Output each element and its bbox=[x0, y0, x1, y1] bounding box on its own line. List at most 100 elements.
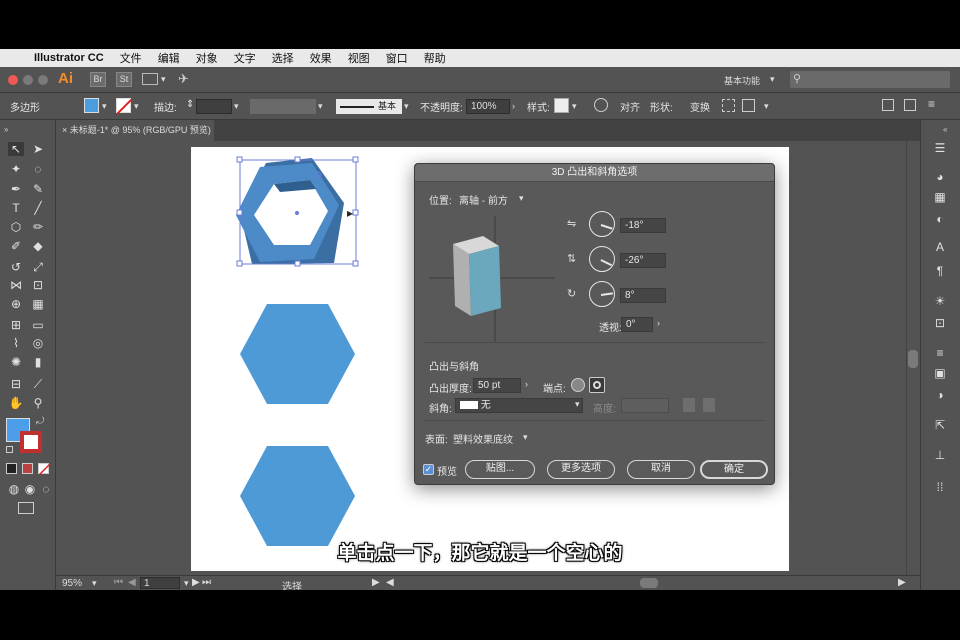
menu-file[interactable]: 文件 bbox=[120, 50, 142, 66]
menu-select[interactable]: 选择 bbox=[272, 50, 294, 66]
symbol-sprayer-tool-icon[interactable]: ✺ bbox=[8, 355, 24, 369]
gpu-performance-icon[interactable]: ✈ bbox=[178, 71, 189, 87]
none-mode-icon[interactable] bbox=[38, 463, 51, 476]
chevron-down-icon[interactable]: ▾ bbox=[318, 101, 323, 112]
export-panel-icon[interactable]: ⊡ bbox=[932, 316, 948, 330]
links-panel-icon[interactable]: ⇱ bbox=[932, 418, 948, 432]
blend-tool-icon[interactable]: ◎ bbox=[30, 336, 46, 350]
menu-object[interactable]: 对象 bbox=[196, 50, 218, 66]
artboards-panel-icon[interactable]: ⁞⁞ bbox=[932, 480, 948, 494]
surface-dropdown[interactable]: 塑料效果底纹 bbox=[453, 431, 513, 446]
menu-window[interactable]: 窗口 bbox=[386, 50, 408, 66]
menu-type[interactable]: 文字 bbox=[234, 50, 256, 66]
hexagon-3d-object[interactable] bbox=[236, 155, 360, 270]
properties-panel-icon[interactable]: ☰ bbox=[932, 141, 948, 155]
preview-checkbox[interactable]: ✓ bbox=[423, 464, 434, 475]
gradient-mode-icon[interactable] bbox=[22, 463, 33, 474]
symbols-panel-icon[interactable]: ◐ bbox=[932, 212, 948, 226]
extrude-depth-field[interactable]: 50 pt bbox=[473, 378, 521, 393]
arrange-documents-icon[interactable] bbox=[142, 73, 158, 85]
stroke-color-swatch[interactable] bbox=[20, 431, 42, 453]
zoom-tool-icon[interactable]: ⚲ bbox=[30, 396, 46, 410]
draw-inside-icon[interactable]: ◌ bbox=[38, 482, 54, 496]
chevron-down-icon[interactable]: ▾ bbox=[523, 432, 528, 443]
chevron-down-icon[interactable]: ▾ bbox=[234, 101, 239, 112]
direct-selection-tool-icon[interactable]: ➤ bbox=[30, 142, 46, 156]
resize-handle[interactable] bbox=[294, 156, 301, 163]
cap-off-icon[interactable] bbox=[589, 377, 605, 393]
gradient-panel-icon[interactable]: ▣ bbox=[932, 366, 948, 380]
chevron-down-icon[interactable]: ▾ bbox=[184, 578, 189, 589]
graphic-style-swatch[interactable] bbox=[554, 98, 569, 113]
chevron-down-icon[interactable]: ▾ bbox=[161, 74, 166, 85]
last-artboard-icon[interactable]: ⏭ bbox=[202, 577, 211, 588]
align-button[interactable]: 对齐 bbox=[620, 99, 640, 114]
menu-edit[interactable]: 编辑 bbox=[158, 50, 180, 66]
collapse-icon[interactable]: « bbox=[943, 125, 947, 134]
character-panel-icon[interactable]: A bbox=[932, 240, 948, 254]
isolate-selected-icon[interactable] bbox=[722, 99, 735, 112]
map-art-button[interactable]: 贴图... bbox=[465, 460, 535, 479]
zoom-window-button[interactable] bbox=[38, 75, 48, 85]
color-panel-icon[interactable]: ◕ bbox=[932, 170, 948, 184]
search-input[interactable] bbox=[790, 71, 950, 88]
bevel-dropdown[interactable]: 无 bbox=[455, 398, 583, 413]
resize-handle[interactable] bbox=[352, 156, 359, 163]
shape-builder-tool-icon[interactable]: ⊕ bbox=[8, 297, 24, 311]
chevron-down-icon[interactable]: ▾ bbox=[404, 101, 409, 112]
menu-icon[interactable]: ≡ bbox=[928, 97, 935, 111]
eraser-tool-icon[interactable]: ◆ bbox=[30, 239, 46, 253]
swap-colors-icon[interactable]: ⤾ bbox=[36, 416, 44, 427]
vertical-scrollbar-thumb[interactable] bbox=[908, 350, 918, 368]
align-panel-icon[interactable]: ⊥ bbox=[932, 448, 948, 462]
y-rotation-field[interactable]: -26° bbox=[620, 253, 666, 268]
width-tool-icon[interactable]: ⋈ bbox=[8, 278, 24, 292]
draw-normal-icon[interactable]: ◍ bbox=[6, 482, 22, 496]
stroke-stepper[interactable]: ⇕ bbox=[186, 99, 194, 110]
previous-artboard-icon[interactable]: ◀ bbox=[128, 577, 136, 588]
menu-effect[interactable]: 效果 bbox=[310, 50, 332, 66]
resize-handle[interactable] bbox=[294, 260, 301, 267]
opacity-field[interactable]: 100% bbox=[466, 99, 510, 114]
lasso-tool-icon[interactable]: ◌ bbox=[30, 162, 46, 176]
chevron-right-icon[interactable]: › bbox=[512, 101, 515, 111]
next-artboard-icon[interactable]: ▶ bbox=[192, 577, 200, 588]
horizontal-scrollbar-thumb[interactable] bbox=[640, 578, 658, 588]
x-rotation-field[interactable]: -18° bbox=[620, 218, 666, 233]
selection-tool-icon[interactable]: ↖ bbox=[8, 142, 24, 156]
magic-wand-tool-icon[interactable]: ✦ bbox=[8, 162, 24, 176]
polygon-tool-icon[interactable]: ⬡ bbox=[8, 220, 24, 234]
cancel-button[interactable]: 取消 bbox=[627, 460, 695, 479]
scale-tool-icon[interactable]: ⤢ bbox=[30, 260, 46, 274]
artboard-tool-icon[interactable]: ⊟ bbox=[8, 377, 24, 391]
minimize-window-button[interactable] bbox=[23, 75, 33, 85]
zoom-level[interactable]: 95% bbox=[62, 578, 82, 589]
line-tool-icon[interactable]: ╱ bbox=[30, 201, 46, 215]
chevron-down-icon[interactable]: ▾ bbox=[102, 101, 107, 112]
color-mode-icon[interactable] bbox=[6, 463, 17, 474]
swatches-panel-icon[interactable]: ▦ bbox=[932, 190, 948, 204]
chevron-down-icon[interactable]: ▾ bbox=[764, 101, 769, 112]
paintbrush-tool-icon[interactable]: ✏ bbox=[30, 220, 46, 234]
tab-document[interactable]: × 未标题-1* @ 95% (RGB/GPU 预览) bbox=[56, 120, 214, 141]
y-rotation-dial[interactable] bbox=[589, 246, 615, 272]
variable-width-profile[interactable] bbox=[250, 99, 316, 114]
hand-tool-icon[interactable]: ✋ bbox=[8, 396, 24, 410]
z-rotation-dial[interactable] bbox=[589, 281, 615, 307]
shaper-tool-icon[interactable]: ✐ bbox=[8, 239, 24, 253]
collapse-icon[interactable]: » bbox=[4, 125, 8, 134]
resize-handle[interactable] bbox=[352, 209, 359, 216]
transparency-panel-icon[interactable]: ◑ bbox=[932, 388, 948, 402]
close-window-button[interactable] bbox=[8, 75, 18, 85]
appearance-panel-icon[interactable]: ☀ bbox=[932, 294, 948, 308]
bridge-icon[interactable]: Br bbox=[90, 72, 106, 87]
resize-handle[interactable] bbox=[352, 260, 359, 267]
ok-button[interactable]: 确定 bbox=[700, 460, 768, 479]
rotate-tool-icon[interactable]: ↺ bbox=[8, 260, 24, 274]
chevron-right-icon[interactable]: › bbox=[525, 379, 528, 389]
scroll-right-icon[interactable]: ▶ bbox=[898, 577, 906, 588]
fill-swatch[interactable] bbox=[84, 98, 99, 113]
position-dropdown[interactable]: 离轴 - 前方 bbox=[459, 192, 508, 207]
column-graph-tool-icon[interactable]: ▮ bbox=[30, 355, 46, 369]
free-transform-tool-icon[interactable]: ⊡ bbox=[30, 278, 46, 292]
